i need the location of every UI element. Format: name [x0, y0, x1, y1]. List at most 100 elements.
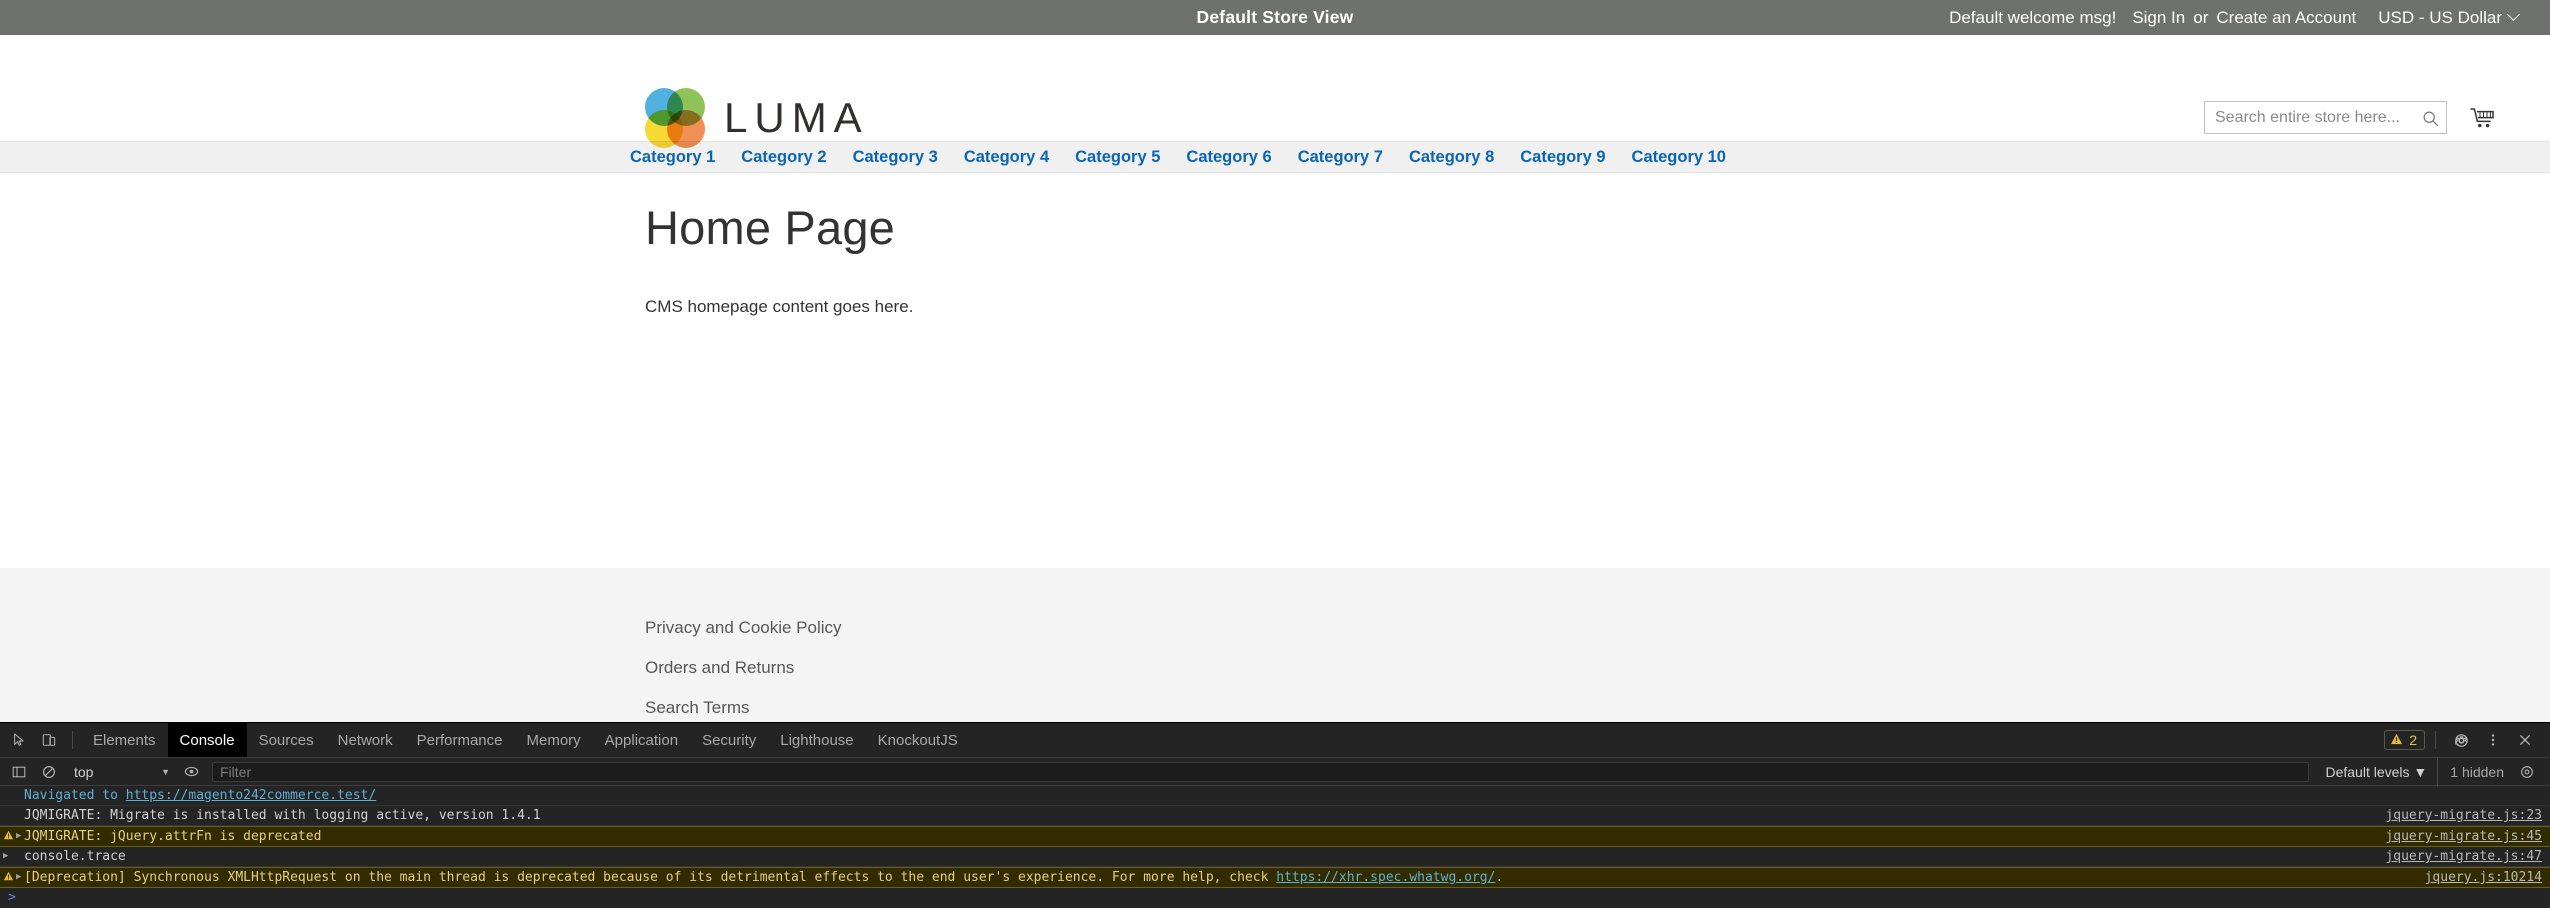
- deprecation-doc-link[interactable]: https://xhr.spec.whatwg.org/: [1276, 870, 1495, 885]
- page-header: LUMA: [0, 35, 2550, 148]
- luma-logo-icon: [645, 88, 705, 148]
- chevron-down-icon-2: ▼: [2413, 763, 2428, 780]
- footer-link-privacy[interactable]: Privacy and Cookie Policy: [645, 618, 842, 637]
- warning-triangle-icon: [3, 829, 14, 844]
- nav-item-category-7[interactable]: Category 7: [1298, 148, 1383, 167]
- chevron-down-icon: [2507, 8, 2520, 22]
- or-separator: or: [2193, 8, 2209, 27]
- tab-elements[interactable]: Elements: [81, 723, 168, 757]
- live-expression-icon[interactable]: [176, 757, 206, 787]
- nav-item-category-5[interactable]: Category 5: [1075, 148, 1160, 167]
- more-vertical-icon[interactable]: [2478, 725, 2508, 755]
- tab-knockoutjs[interactable]: KnockoutJS: [866, 723, 970, 757]
- warning-triangle-icon: [3, 870, 14, 885]
- nav-item-category-9[interactable]: Category 9: [1520, 148, 1605, 167]
- sign-in-link[interactable]: Sign In: [2132, 0, 2185, 35]
- log-levels-label: Default levels: [2325, 763, 2410, 780]
- console-row-log[interactable]: JQMIGRATE: Migrate is installed with log…: [0, 806, 2550, 826]
- page-footer: Privacy and Cookie Policy Orders and Ret…: [0, 568, 2550, 722]
- gear-icon-2[interactable]: [2512, 757, 2542, 787]
- clear-console-icon[interactable]: [34, 757, 64, 787]
- hidden-messages-count: 1 hidden: [2450, 763, 2504, 780]
- devtools-tabbar: Elements Console Sources Network Perform…: [0, 723, 2550, 758]
- console-source-link[interactable]: jquery-migrate.js:47: [2385, 849, 2542, 864]
- gear-icon[interactable]: [2446, 725, 2476, 755]
- expand-arrow-icon[interactable]: ▶: [3, 849, 8, 864]
- nav-item-category-2[interactable]: Category 2: [741, 148, 826, 167]
- luma-logo-text: LUMA: [724, 94, 869, 141]
- console-message-text: console.trace: [24, 849, 126, 864]
- footer-link-orders[interactable]: Orders and Returns: [645, 658, 794, 677]
- navigated-url-link[interactable]: https://magento242commerce.test/: [126, 788, 376, 803]
- welcome-message: Default welcome msg!: [1949, 8, 2117, 27]
- nav-item-category-6[interactable]: Category 6: [1186, 148, 1271, 167]
- luma-logo-link[interactable]: LUMA: [645, 88, 869, 148]
- tab-console[interactable]: Console: [167, 723, 247, 757]
- browser-viewport: Default Store View Default welcome msg! …: [0, 0, 2550, 722]
- header-account-panel: Default welcome msg! Sign In or Create a…: [1949, 0, 2520, 35]
- console-message-text: JQMIGRATE: Migrate is installed with log…: [24, 808, 541, 823]
- shopping-cart-icon[interactable]: [2469, 106, 2495, 130]
- console-prompt[interactable]: >: [0, 888, 2550, 905]
- console-sidebar-icon[interactable]: [4, 757, 34, 787]
- warning-count-label: 2: [2409, 732, 2417, 748]
- console-row-warning[interactable]: ▶ JQMIGRATE: jQuery.attrFn is deprecated…: [0, 826, 2550, 847]
- search-icon[interactable]: [2417, 105, 2443, 131]
- search-input[interactable]: [2204, 101, 2447, 134]
- console-source-link[interactable]: jquery-migrate.js:45: [2385, 829, 2542, 844]
- nav-item-category-10[interactable]: Category 10: [1632, 148, 1726, 167]
- main-content: Home Page CMS homepage content goes here…: [0, 173, 2550, 568]
- navigated-prefix: Navigated to: [24, 788, 126, 803]
- nav-item-category-8[interactable]: Category 8: [1409, 148, 1494, 167]
- console-message-list[interactable]: Navigated to https://magento242commerce.…: [0, 786, 2550, 908]
- nav-item-category-3[interactable]: Category 3: [853, 148, 938, 167]
- tab-security[interactable]: Security: [690, 723, 768, 757]
- devtools-tab-list: Elements Console Sources Network Perform…: [81, 723, 970, 757]
- console-message-text: JQMIGRATE: jQuery.attrFn is deprecated: [24, 829, 322, 844]
- list-item: Orders and Returns: [645, 658, 1065, 678]
- execution-context-selector[interactable]: top ▼: [64, 764, 176, 780]
- console-row-navigation[interactable]: Navigated to https://magento242commerce.…: [0, 786, 2550, 806]
- create-account-link[interactable]: Create an Account: [2216, 0, 2356, 35]
- footer-link-search-terms[interactable]: Search Terms: [645, 698, 750, 717]
- nav-item-category-1[interactable]: Category 1: [630, 148, 715, 167]
- category-navigation: Category 1 Category 2 Category 3 Categor…: [0, 141, 2550, 173]
- expand-arrow-icon[interactable]: ▶: [16, 829, 21, 844]
- console-toolbar: top ▼ Default levels ▼ 1 hidden: [0, 756, 2550, 787]
- console-toolbar-right: 1 hidden: [2437, 756, 2550, 787]
- list-item: Privacy and Cookie Policy: [645, 618, 1065, 638]
- prompt-chevron-icon: >: [8, 890, 16, 905]
- console-row-trace[interactable]: ▶ console.trace jquery-migrate.js:47: [0, 847, 2550, 867]
- currency-switcher[interactable]: USD - US Dollar: [2378, 0, 2520, 35]
- row-gutter: ▶: [3, 849, 23, 864]
- console-source-link[interactable]: jquery.js:10214: [2425, 870, 2542, 885]
- nav-item-category-4[interactable]: Category 4: [964, 148, 1049, 167]
- inspect-element-icon[interactable]: [4, 725, 34, 755]
- expand-arrow-icon[interactable]: ▶: [16, 870, 21, 885]
- device-toolbar-icon[interactable]: [34, 725, 64, 755]
- search-form: [2204, 101, 2447, 134]
- tab-network[interactable]: Network: [326, 723, 405, 757]
- toolbar-divider: [72, 731, 73, 749]
- log-levels-selector[interactable]: Default levels ▼: [2315, 764, 2437, 780]
- tab-memory[interactable]: Memory: [515, 723, 593, 757]
- console-filter-input[interactable]: [212, 761, 2310, 782]
- console-row-deprecation[interactable]: ▶ [Deprecation] Synchronous XMLHttpReque…: [0, 867, 2550, 888]
- tab-sources[interactable]: Sources: [247, 723, 326, 757]
- header-actions: [2204, 101, 2495, 134]
- console-message-text: [Deprecation] Synchronous XMLHttpRequest…: [24, 870, 1277, 885]
- tab-application[interactable]: Application: [593, 723, 690, 757]
- warning-count-badge[interactable]: 2: [2384, 730, 2425, 750]
- toolbar-divider-2: [2435, 731, 2436, 749]
- close-icon[interactable]: [2510, 725, 2540, 755]
- row-gutter: ▶: [3, 829, 23, 844]
- currency-label: USD - US Dollar: [2378, 8, 2502, 27]
- row-gutter: ▶: [3, 870, 23, 885]
- page-title: Home Page: [645, 201, 895, 254]
- store-switcher-bar: Default Store View Default welcome msg! …: [0, 0, 2550, 35]
- console-source-link[interactable]: jquery-migrate.js:23: [2385, 808, 2542, 823]
- execution-context-label: top: [74, 763, 94, 780]
- tab-performance[interactable]: Performance: [405, 723, 515, 757]
- devtools-tabbar-actions: 2: [2384, 725, 2550, 755]
- tab-lighthouse[interactable]: Lighthouse: [768, 723, 865, 757]
